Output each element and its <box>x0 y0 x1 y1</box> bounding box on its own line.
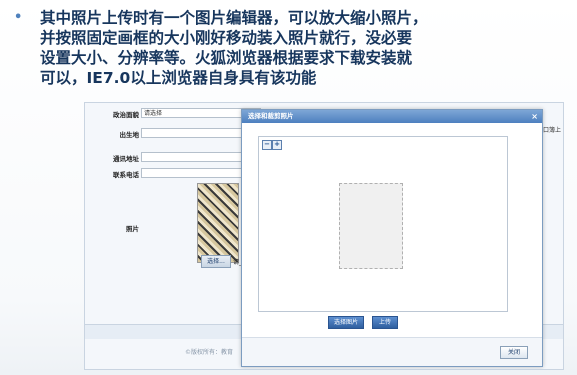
slide-line-2: 并按照固定画框的大小刚好移动装入照片就行，没必要 <box>40 29 413 47</box>
crop-frame[interactable] <box>339 183 403 269</box>
close-icon[interactable]: × <box>531 110 538 123</box>
slide-line-4: 可以，IE7.0以上浏览器自身具有该功能 <box>40 69 317 87</box>
dialog-title: 选择和裁剪照片 <box>248 112 294 120</box>
photo-label: 照片 <box>126 225 139 233</box>
dialog-titlebar: 选择和裁剪照片 × <box>242 110 542 123</box>
crop-dialog: 选择和裁剪照片 × − + 选择图片 上传 关闭 <box>241 109 543 367</box>
dialog-footer: 关闭 <box>242 337 542 366</box>
upload-button[interactable]: 上传 <box>372 316 398 329</box>
slide-text: • 其中照片上传时有一个图片编辑器，可以放大缩小照片， 并按照固定画框的大小刚好… <box>10 8 570 88</box>
photo-thumbnail <box>197 183 239 263</box>
copyright-text: ©版权所有：教育 <box>185 349 234 356</box>
bullet-icon: • <box>14 10 23 25</box>
address-label: 通讯地址 <box>113 155 139 163</box>
choose-photo-button[interactable]: 选择... <box>201 255 231 268</box>
zoom-in-icon[interactable]: + <box>272 140 282 150</box>
embedded-screenshot: 政治面貌 请选择 ... 户口簿上的 出生地 通讯地址 联系电话 照片 选择..… <box>84 102 564 370</box>
phone-label: 联系电话 <box>113 171 139 179</box>
select-image-button[interactable]: 选择图片 <box>328 316 364 329</box>
close-button[interactable]: 关闭 <box>500 346 528 359</box>
zoom-out-icon[interactable]: − <box>262 140 272 150</box>
slide-line-1: 其中照片上传时有一个图片编辑器，可以放大缩小照片， <box>40 9 428 27</box>
birthplace-label: 出生地 <box>119 131 140 139</box>
crop-canvas[interactable]: − + <box>258 136 508 312</box>
political-label: 政治面貌 <box>113 111 139 119</box>
slide-line-3: 设置大小、分辨率等。火狐浏览器根据要求下载安装就 <box>40 49 413 67</box>
